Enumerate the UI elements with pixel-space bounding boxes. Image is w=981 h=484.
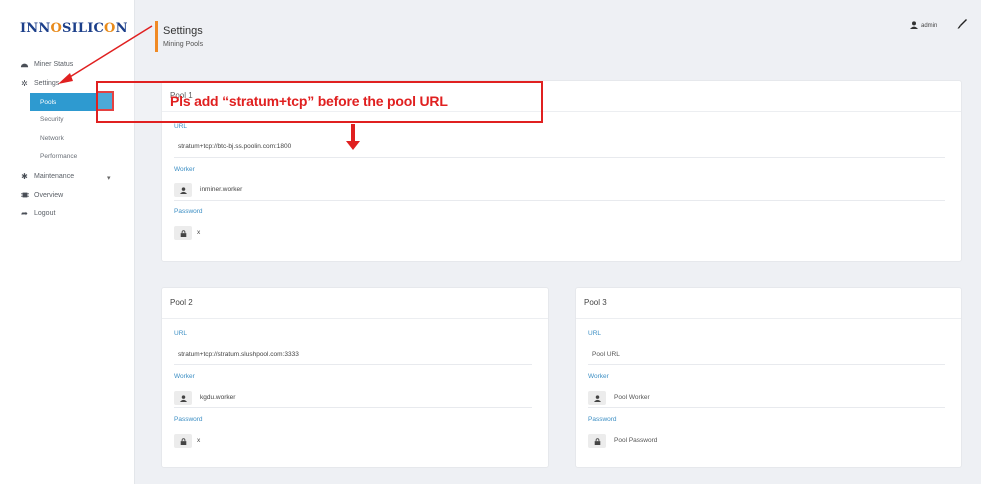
brush-icon[interactable] <box>957 19 967 31</box>
pool-title: Pool 3 <box>584 298 607 307</box>
url-label: URL <box>588 330 602 337</box>
annotation-down-arrow-head <box>346 141 360 150</box>
input-underline <box>174 200 945 201</box>
innosilicon-logo: INNOSILICON <box>20 21 128 36</box>
pool-title: Pool 2 <box>170 298 193 307</box>
sidebar-item-logout[interactable]: ➦ Logout <box>20 205 55 221</box>
sidebar: INNOSILICON Miner Status ✲ Settings Pool… <box>0 0 135 484</box>
sidebar-item-label: Miner Status <box>34 60 74 68</box>
pool-1-worker-input[interactable]: inminer.worker <box>200 186 242 193</box>
page-title: Settings <box>163 25 203 37</box>
input-underline <box>174 407 532 408</box>
worker-label: Worker <box>174 166 195 173</box>
input-underline <box>174 157 945 158</box>
sidebar-subitem-security[interactable]: Security <box>40 116 63 123</box>
worker-label: Worker <box>588 373 609 380</box>
sidebar-item-label: Maintenance <box>34 172 75 180</box>
password-label: Password <box>174 416 203 423</box>
divider <box>576 318 961 319</box>
worker-label: Worker <box>174 373 195 380</box>
dashboard-icon <box>20 60 29 69</box>
sidebar-subitem-network[interactable]: Network <box>40 135 64 142</box>
header-accent-bar <box>155 21 158 52</box>
username: admin <box>921 23 938 29</box>
url-label: URL <box>174 330 188 337</box>
user-menu[interactable]: admin <box>910 21 937 31</box>
pool-2-url-input[interactable]: stratum+tcp://stratum.slushpool.com:3333 <box>178 351 299 358</box>
url-label: URL <box>174 123 188 130</box>
pool-3-worker-input[interactable]: Pool Worker <box>614 394 650 401</box>
chip-icon <box>20 191 29 200</box>
user-icon <box>910 21 918 31</box>
pool-1-url-input[interactable]: stratum+tcp://btc-bj.ss.poolin.com:1800 <box>178 143 291 150</box>
password-label: Password <box>174 208 203 215</box>
annotation-text: Pls add “stratum+tcp” before the pool UR… <box>170 93 448 109</box>
pool-3-password-input[interactable]: Pool Password <box>614 437 657 444</box>
sidebar-item-maintenance[interactable]: ✱ Maintenance <box>20 168 74 184</box>
divider <box>162 318 548 319</box>
chevron-down-icon[interactable]: ▾ <box>107 174 111 182</box>
sidebar-item-overview[interactable]: Overview <box>20 187 63 203</box>
gears-icon: ✲ <box>21 78 28 88</box>
pool-3-card: Pool 3 URL Pool URL Worker Pool Worker P… <box>575 287 962 468</box>
lock-icon <box>174 226 192 240</box>
input-underline <box>174 364 532 365</box>
sidebar-item-settings[interactable]: ✲ Settings <box>20 75 59 91</box>
wrench-icon: ✱ <box>21 171 28 181</box>
pool-1-password-input[interactable]: x <box>197 229 200 236</box>
pool-3-url-input[interactable]: Pool URL <box>592 351 620 358</box>
sidebar-item-label: Logout <box>34 209 56 217</box>
user-icon <box>588 391 606 405</box>
sidebar-subitem-performance[interactable]: Performance <box>40 153 77 160</box>
logout-icon: ➦ <box>21 208 28 218</box>
user-icon <box>174 183 192 197</box>
user-icon <box>174 391 192 405</box>
lock-icon <box>174 434 192 448</box>
pool-2-card: Pool 2 URL stratum+tcp://stratum.slushpo… <box>161 287 549 468</box>
pool-2-password-input[interactable]: x <box>197 437 200 444</box>
sidebar-item-label: Overview <box>34 191 64 199</box>
input-underline <box>588 364 945 365</box>
page-subtitle: Mining Pools <box>163 41 204 48</box>
lock-icon <box>588 434 606 448</box>
password-label: Password <box>588 416 617 423</box>
sidebar-item-label: Settings <box>34 79 60 87</box>
input-underline <box>588 407 945 408</box>
pool-2-worker-input[interactable]: kgdu.worker <box>200 394 235 401</box>
sidebar-item-miner-status[interactable]: Miner Status <box>20 56 73 72</box>
